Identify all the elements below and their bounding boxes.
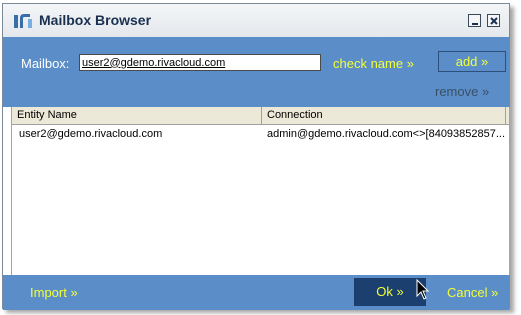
grid-header: Entity Name Connection bbox=[12, 107, 509, 125]
close-icon bbox=[490, 17, 498, 25]
mouse-cursor-icon bbox=[416, 279, 430, 300]
column-header-entity-name[interactable]: Entity Name bbox=[12, 107, 262, 124]
mailbox-browser-window: Mailbox Browser Mailbox: check name » ad… bbox=[2, 3, 510, 310]
window-title: Mailbox Browser bbox=[39, 12, 152, 28]
column-header-connection[interactable]: Connection bbox=[262, 107, 506, 124]
add-button[interactable]: add » bbox=[438, 51, 506, 72]
minimize-button[interactable] bbox=[468, 14, 481, 27]
entity-name-cell: user2@gdemo.rivacloud.com bbox=[19, 128, 163, 140]
remove-link[interactable]: remove » bbox=[435, 84, 489, 99]
mailbox-panel: Mailbox: check name » add » remove » bbox=[3, 37, 509, 107]
mailbox-grid: Entity Name Connection user2@gdemo.rivac… bbox=[11, 107, 510, 275]
footer-panel: Import » Ok » Cancel » bbox=[3, 275, 509, 310]
mailbox-input[interactable] bbox=[79, 54, 321, 71]
app-logo-icon bbox=[13, 12, 33, 29]
mailbox-label: Mailbox: bbox=[21, 56, 70, 71]
connection-cell: admin@gdemo.rivacloud.com<>[84093852857.… bbox=[267, 128, 506, 140]
import-link[interactable]: Import » bbox=[30, 285, 78, 300]
title-bar: Mailbox Browser bbox=[3, 4, 509, 37]
minimize-icon bbox=[472, 23, 478, 25]
check-name-link[interactable]: check name » bbox=[333, 56, 414, 71]
close-button[interactable] bbox=[487, 14, 500, 27]
table-row[interactable]: user2@gdemo.rivacloud.com admin@gdemo.ri… bbox=[12, 126, 509, 143]
cancel-link[interactable]: Cancel » bbox=[447, 285, 498, 300]
